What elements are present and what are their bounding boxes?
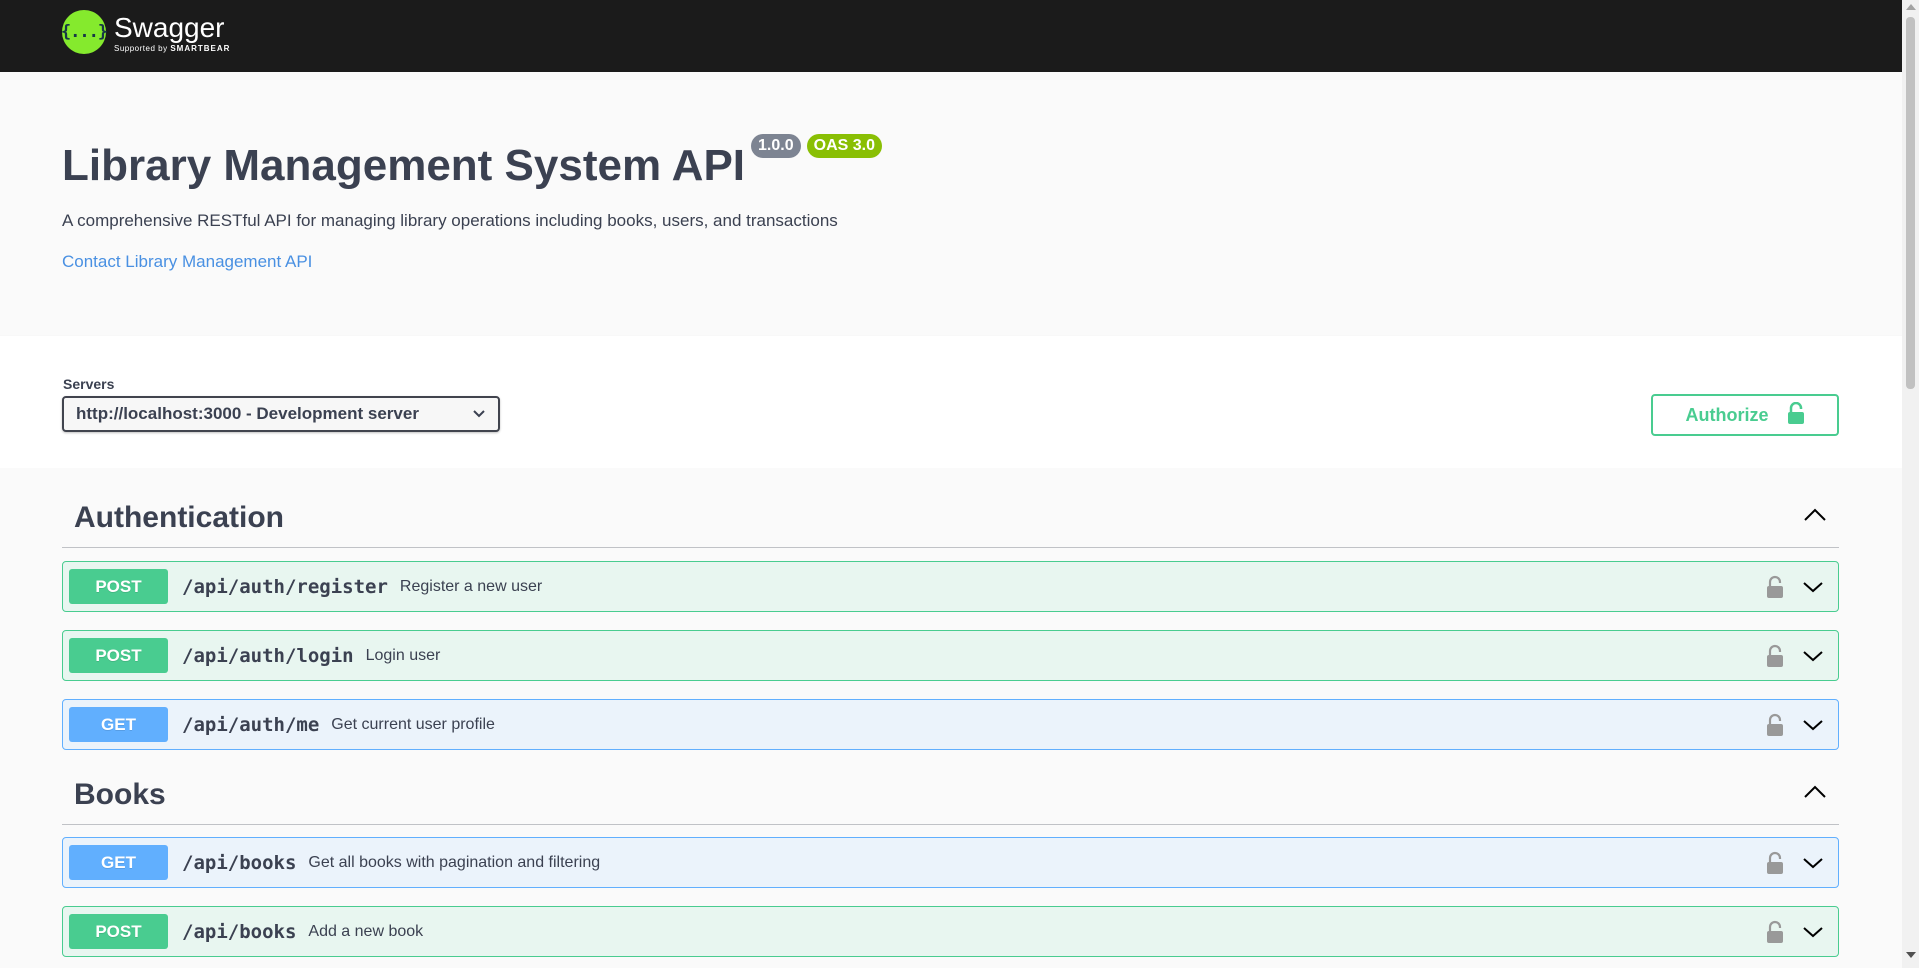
version-badge: 1.0.0 (751, 134, 801, 158)
operation-summary: Register a new user (399, 577, 543, 595)
servers-select[interactable]: http://localhost:3000 - Development serv… (62, 396, 500, 432)
chevron-down-icon[interactable] (1802, 580, 1824, 594)
operation-path: /api/auth/register (182, 575, 388, 598)
servers-label: Servers (63, 376, 115, 392)
method-badge: POST (69, 638, 168, 673)
authorize-button[interactable]: Authorize (1651, 394, 1839, 436)
tag-title: Authentication (74, 500, 284, 534)
operation-path: /api/auth/me (182, 713, 320, 736)
page-title: Library Management System API (62, 141, 746, 190)
unlock-icon[interactable] (1766, 644, 1784, 668)
operation-row[interactable]: GET /api/auth/me Get current user profil… (62, 699, 1839, 750)
method-badge: POST (69, 569, 168, 604)
swagger-logo-icon: {...} (61, 10, 108, 54)
operation-row[interactable]: POST /api/auth/register Register a new u… (62, 561, 1839, 612)
method-badge: GET (69, 707, 168, 742)
operation-summary: Get all books with pagination and filter… (308, 853, 601, 871)
chevron-down-icon (472, 404, 486, 424)
oas-badge: OAS 3.0 (806, 134, 882, 158)
operations-container: Authentication POST /api/auth/register R… (0, 468, 1902, 968)
unlock-icon[interactable] (1766, 851, 1784, 875)
servers-selected-value: http://localhost:3000 - Development serv… (76, 404, 419, 423)
operation-path: /api/books (182, 851, 297, 874)
operation-row[interactable]: GET /api/books Get all books with pagina… (62, 837, 1839, 888)
unlock-icon[interactable] (1766, 920, 1784, 944)
logo-name: Swagger (114, 12, 225, 43)
swagger-page: {...} Swagger Supported by SMARTBEAR Lib… (0, 0, 1902, 968)
tag-section-authentication: Authentication POST /api/auth/register R… (62, 488, 1839, 750)
chevron-down-icon[interactable] (1802, 718, 1824, 732)
top-bar: {...} Swagger Supported by SMARTBEAR (0, 0, 1902, 72)
method-badge: POST (69, 914, 168, 949)
chevron-up-icon[interactable] (1803, 507, 1827, 528)
operation-path: /api/books (182, 920, 297, 943)
chevron-down-icon[interactable] (1802, 925, 1824, 939)
logo-subtitle: Supported by SMARTBEAR (114, 44, 230, 53)
logo-subtitle-prefix: Supported by (114, 44, 171, 53)
scroll-up-arrow-icon[interactable] (1906, 4, 1916, 10)
operation-summary: Get current user profile (331, 715, 495, 733)
unlock-icon (1787, 401, 1805, 429)
scrollbar-thumb[interactable] (1906, 17, 1915, 389)
scheme-container: Servers http://localhost:3000 - Developm… (0, 336, 1902, 468)
vertical-scrollbar[interactable] (1902, 0, 1919, 968)
tag-header-books[interactable]: Books (62, 765, 1839, 825)
operation-summary: Login user (365, 646, 441, 664)
operation-summary: Add a new book (308, 922, 424, 940)
unlock-icon[interactable] (1766, 713, 1784, 737)
authorize-label: Authorize (1685, 404, 1769, 425)
chevron-up-icon[interactable] (1803, 784, 1827, 805)
scroll-down-arrow-icon[interactable] (1906, 952, 1916, 958)
api-description: A comprehensive RESTful API for managing… (62, 211, 838, 230)
chevron-down-icon[interactable] (1802, 856, 1824, 870)
method-badge: GET (69, 845, 168, 880)
title-row: Library Management System API 1.0.0 OAS … (62, 134, 882, 188)
operation-row[interactable]: POST /api/books Add a new book (62, 906, 1839, 957)
tag-section-books: Books GET /api/books Get all books with … (62, 765, 1839, 957)
tag-header-authentication[interactable]: Authentication (62, 488, 1839, 548)
operation-path: /api/auth/login (182, 644, 354, 667)
api-info: Library Management System API 1.0.0 OAS … (0, 72, 1902, 336)
logo-subtitle-brand: SMARTBEAR (170, 44, 231, 53)
tag-title: Books (74, 777, 166, 811)
chevron-down-icon[interactable] (1802, 649, 1824, 663)
unlock-icon[interactable] (1766, 575, 1784, 599)
swagger-logo[interactable]: {...} Swagger Supported by SMARTBEAR (61, 10, 230, 54)
operation-row[interactable]: POST /api/auth/login Login user (62, 630, 1839, 681)
contact-link[interactable]: Contact Library Management API (62, 252, 312, 272)
swagger-logo-text: Swagger Supported by SMARTBEAR (114, 12, 230, 54)
